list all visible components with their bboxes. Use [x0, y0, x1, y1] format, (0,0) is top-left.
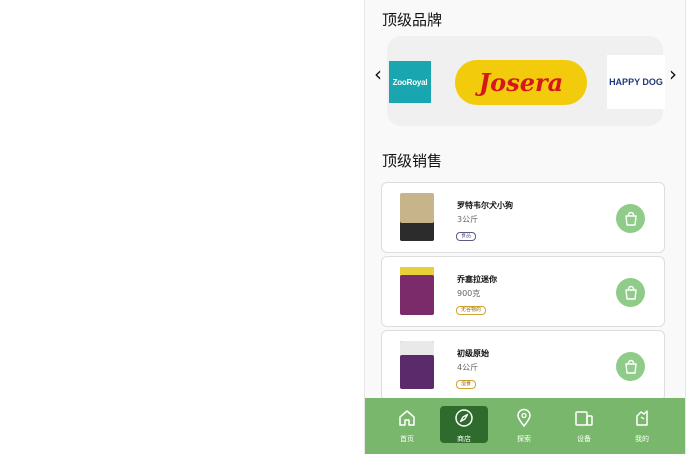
product-weight: 3公斤	[457, 215, 479, 224]
carousel-prev-icon[interactable]: ‹	[374, 64, 382, 84]
product-card[interactable]: 罗特韦尔犬小狗 3公斤 食品	[381, 182, 665, 253]
nav-item-home[interactable]: 首页	[384, 408, 430, 444]
brand-logo-zooroyal-text: ZooRoyal	[392, 77, 428, 87]
nav-item-profile[interactable]: 我的	[619, 408, 665, 444]
product-image	[400, 193, 434, 241]
product-image	[400, 267, 434, 315]
brand-logo-happydog[interactable]: HAPPY DOG	[607, 55, 665, 109]
location-pin-icon	[517, 408, 531, 428]
nav-label: 设备	[577, 435, 591, 443]
product-image	[400, 341, 434, 389]
product-name: 乔塞拉迷你	[457, 275, 497, 284]
compass-icon	[455, 409, 473, 427]
devices-icon	[575, 411, 593, 426]
product-card[interactable]: 初级原始 4公斤 湿食	[381, 330, 665, 401]
nav-item-explore[interactable]: 探索	[501, 408, 547, 444]
bottom-nav: 首页 商店 探索 设备 我的	[365, 398, 685, 454]
nav-item-shop[interactable]: 商店	[441, 408, 487, 444]
profile-icon	[636, 410, 648, 426]
brand-logo-josera-text: Josera	[478, 68, 564, 97]
home-icon	[399, 410, 415, 426]
product-card[interactable]: 乔塞拉迷你 900克 无谷物的	[381, 256, 665, 327]
brand-logo-happydog-text: HAPPY DOG	[609, 77, 663, 87]
add-to-cart-button[interactable]	[616, 278, 645, 307]
product-tag: 食品	[456, 232, 477, 241]
shopping-bag-icon	[624, 359, 637, 374]
product-name: 初级原始	[457, 349, 489, 358]
shopping-bag-icon	[624, 211, 637, 226]
shopping-bag-icon	[624, 285, 637, 300]
nav-item-devices[interactable]: 设备	[561, 408, 607, 444]
product-tag: 湿食	[456, 380, 477, 389]
brand-logo-josera[interactable]: Josera	[455, 60, 587, 105]
top-brands-title: 顶级品牌	[382, 11, 443, 29]
add-to-cart-button[interactable]	[616, 204, 645, 233]
brand-logo-zooroyal[interactable]: ZooRoyal	[389, 61, 431, 103]
add-to-cart-button[interactable]	[616, 352, 645, 381]
app-screen: 顶级品牌 ‹ › ZooRoyal Josera HAPPY DOG 顶级销售 …	[364, 0, 686, 454]
product-weight: 4公斤	[457, 363, 479, 372]
product-weight: 900克	[457, 289, 481, 298]
product-tag: 无谷物的	[456, 306, 487, 315]
nav-label: 商店	[457, 435, 471, 443]
product-name: 罗特韦尔犬小狗	[457, 201, 513, 210]
top-sales-title: 顶级销售	[382, 152, 443, 170]
nav-label: 我的	[635, 435, 649, 443]
nav-label: 首页	[400, 435, 414, 443]
nav-label: 探索	[517, 435, 531, 443]
carousel-next-icon[interactable]: ›	[669, 64, 677, 84]
